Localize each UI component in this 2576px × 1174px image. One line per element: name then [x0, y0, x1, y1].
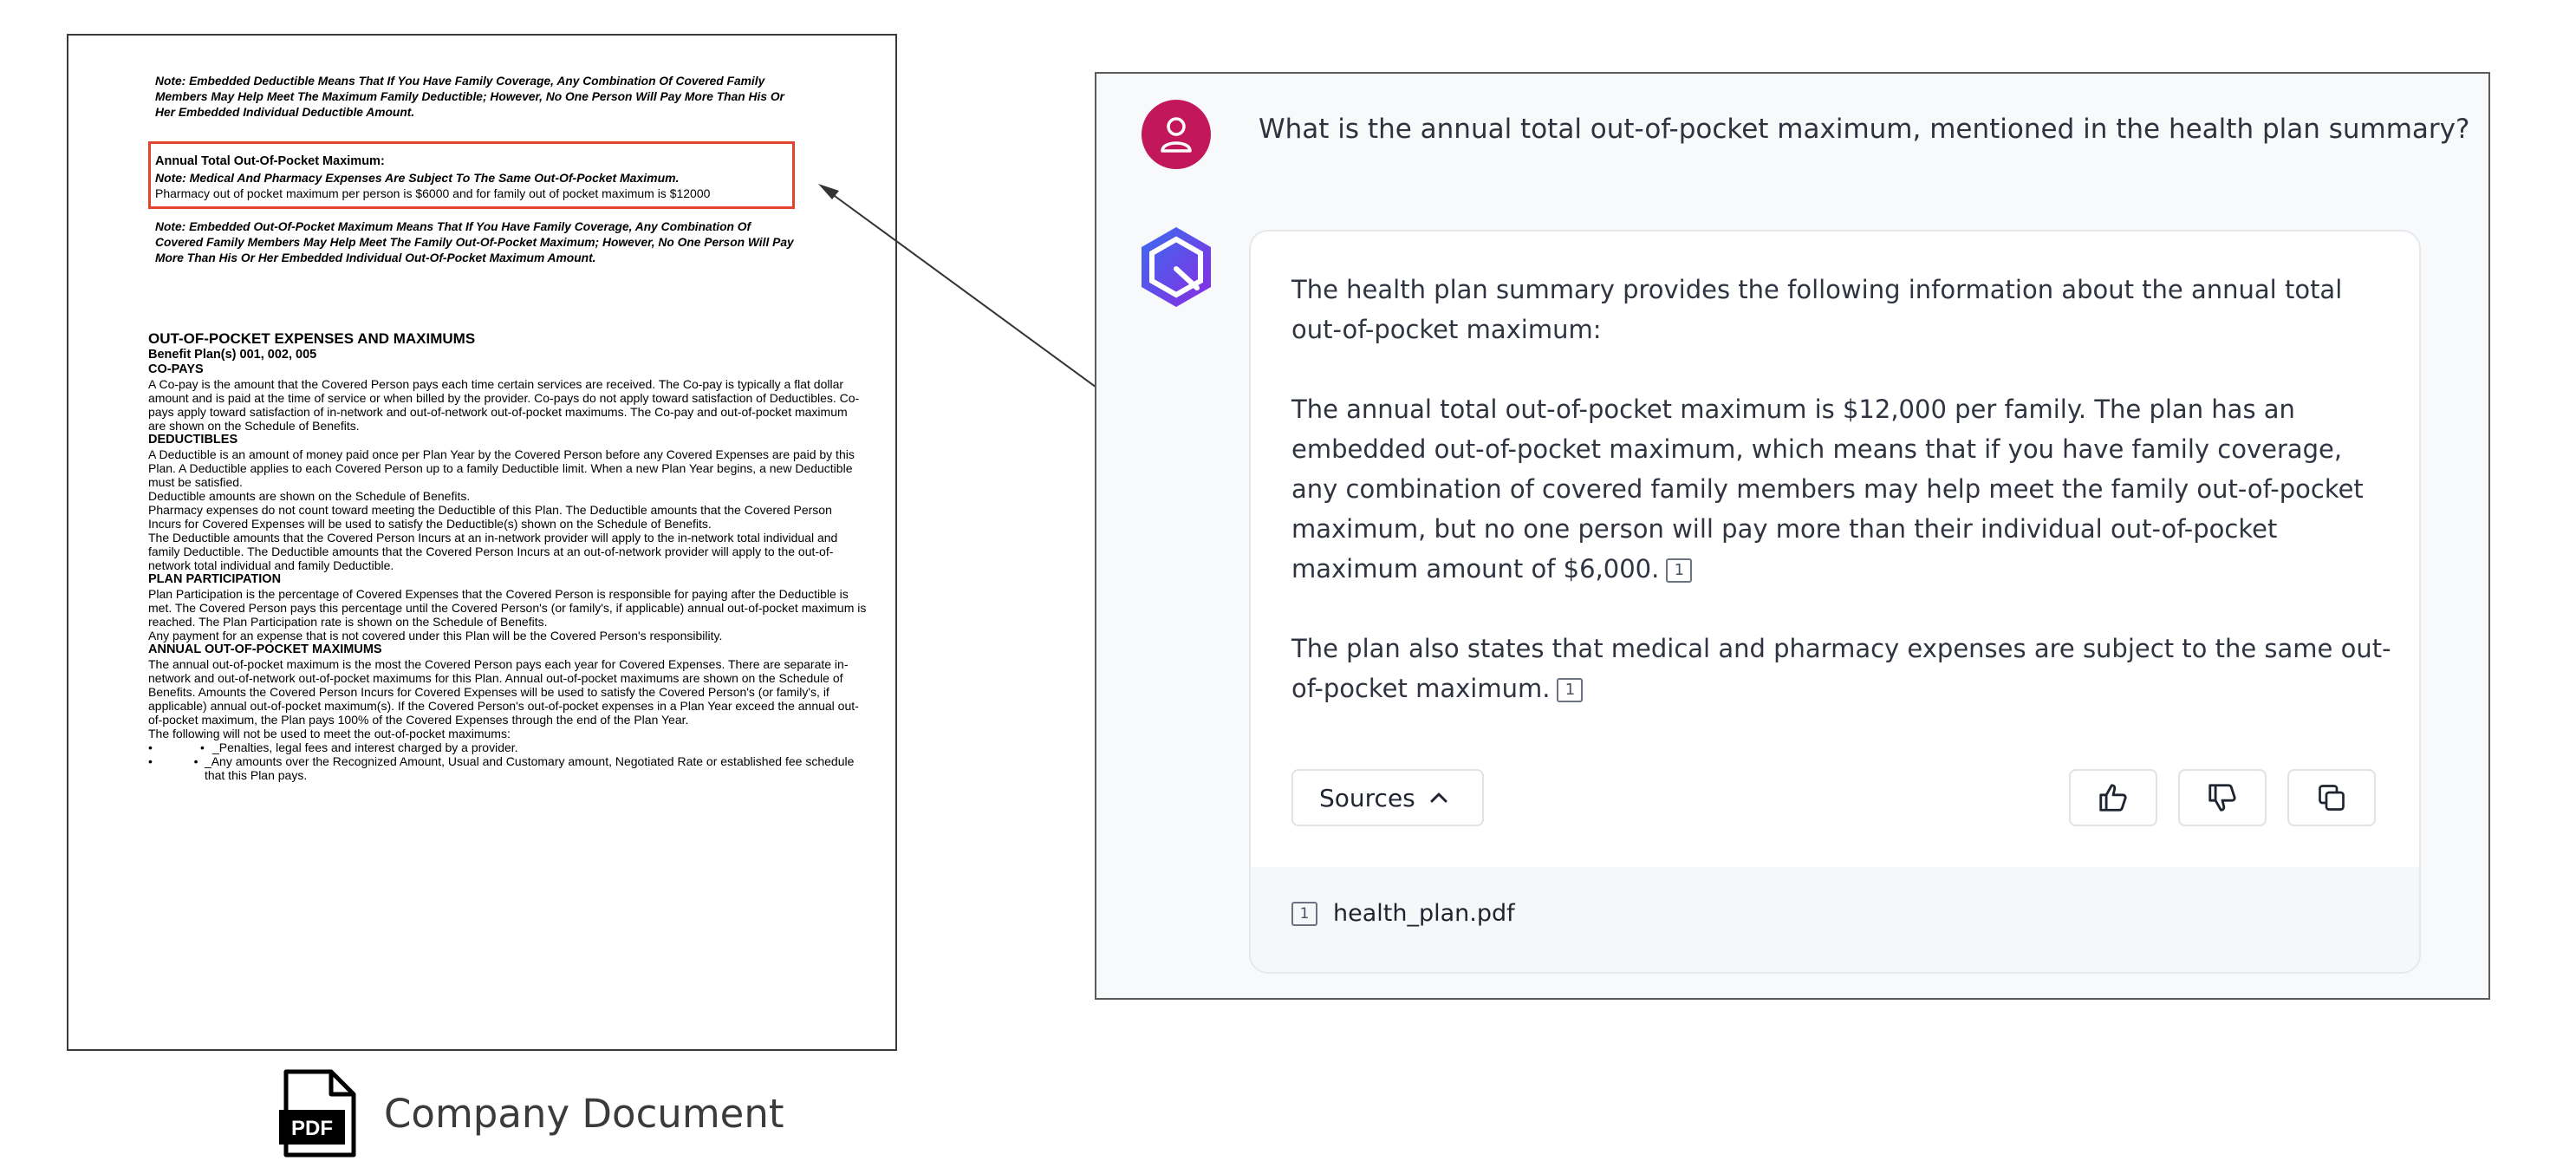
user-question: What is the annual total out-of-pocket m… — [1259, 114, 2470, 145]
thumbs-down-icon — [2208, 784, 2236, 812]
thumbs-up-button[interactable] — [2069, 769, 2157, 826]
copy-button[interactable] — [2287, 769, 2376, 826]
thumbs-down-button[interactable] — [2178, 769, 2267, 826]
citation-badge[interactable]: 1 — [1666, 558, 1693, 583]
answer-body: The health plan summary provides the fol… — [1291, 270, 2392, 748]
citation-badge[interactable]: 1 — [1557, 678, 1584, 702]
chat-panel: What is the annual total out-of-pocket m… — [1095, 72, 2490, 1000]
answer-paragraph: The annual total out-of-pocket maximum i… — [1291, 395, 2364, 584]
chevron-up-icon — [1430, 792, 1447, 803]
pdf-file-icon: PDF — [279, 1069, 356, 1158]
user-icon — [1161, 117, 1192, 153]
pdf-label: Company Document — [384, 1091, 784, 1137]
source-item[interactable]: 1 health_plan.pdf — [1291, 900, 1515, 927]
assistant-answer-card: The health plan summary provides the fol… — [1249, 230, 2421, 974]
answer-paragraph: The health plan summary provides the fol… — [1291, 275, 2343, 344]
source-index-badge: 1 — [1291, 901, 1317, 926]
user-avatar — [1142, 100, 1211, 169]
assistant-logo-icon — [1142, 227, 1211, 307]
sources-list: 1 health_plan.pdf — [1251, 867, 2419, 972]
svg-text:PDF: PDF — [291, 1117, 333, 1140]
copy-icon — [2319, 785, 2345, 811]
sources-button[interactable]: Sources — [1291, 769, 1484, 826]
thumbs-up-icon — [2099, 784, 2127, 812]
source-file-name: health_plan.pdf — [1333, 900, 1515, 927]
answer-paragraph: The plan also states that medical and ph… — [1291, 634, 2391, 703]
